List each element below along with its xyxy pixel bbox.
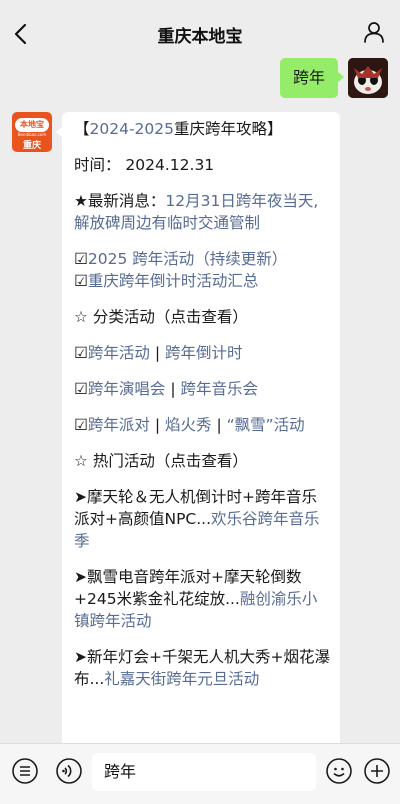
music-concert-link[interactable]: 跨年音乐会 — [181, 380, 259, 398]
title-year-link[interactable]: 2024-2025 — [90, 120, 175, 138]
hot-heading: ☆ 热门活动（点击查看） — [74, 452, 248, 470]
concert-link[interactable]: 跨年演唱会 — [88, 380, 166, 398]
message-input[interactable]: 跨年 — [92, 753, 316, 791]
checkbox-icon: ☑ — [74, 344, 88, 362]
logo-url: Bendibao.com — [17, 132, 47, 137]
hot-item-1: ➤摩天轮＆无人机倒计时+跨年音乐派对+高颜值NPC...欢乐谷跨年音乐季 — [74, 486, 330, 552]
separator: | — [149, 416, 165, 434]
category-row-2: ☑跨年演唱会 | 跨年音乐会 — [74, 378, 330, 400]
plus-icon[interactable] — [364, 758, 390, 784]
official-account-avatar[interactable]: 本地宝 Bendibao.com 重庆 — [12, 112, 52, 152]
new-year-activity-link[interactable]: 跨年活动 — [88, 344, 150, 362]
category-heading: ☆ 分类活动（点击查看） — [74, 308, 248, 326]
snow-event-link[interactable]: “飘雪”活动 — [227, 416, 305, 434]
message-title: 【2024-2025重庆跨年攻略】 — [74, 118, 330, 140]
emoji-icon[interactable] — [326, 758, 352, 784]
voice-icon[interactable] — [56, 758, 82, 784]
chat-title: 重庆本地宝 — [157, 27, 243, 47]
profile-icon[interactable] — [362, 20, 386, 44]
logo-wordmark: 本地宝 — [15, 118, 49, 132]
checkbox-icon: ☑ — [74, 272, 88, 290]
title-prefix: 【 — [74, 120, 90, 138]
message-time: 时间： 2024.12.31 — [74, 156, 215, 174]
countdown-summary-link[interactable]: 重庆跨年倒计时活动汇总 — [88, 272, 259, 290]
outgoing-message-row: 跨年 — [279, 58, 388, 98]
chat-area[interactable]: 跨年 本地宝 Bendibao.com 重庆 【2024-2025重庆跨年攻略】… — [0, 50, 400, 743]
latest-news: ★最新消息：12月31日跨年夜当天,解放碑周边有临时交通管制 — [74, 190, 330, 234]
category-row-1: ☑跨年活动 | 跨年倒计时 — [74, 342, 330, 364]
featured-links: ☑2025 跨年活动（持续更新） ☑重庆跨年倒计时活动汇总 — [74, 248, 330, 292]
incoming-bubble: 【2024-2025重庆跨年攻略】 时间： 2024.12.31 ★最新消息：1… — [56, 112, 340, 743]
checkbox-icon: ☑ — [74, 416, 88, 434]
checkbox-icon: ☑ — [74, 380, 88, 398]
lijia-tianjie-link[interactable]: 礼嘉天街跨年元旦活动 — [104, 670, 259, 688]
category-row-3: ☑跨年派对 | 焰火秀 | “飘雪”活动 — [74, 414, 330, 436]
activity-2025-link[interactable]: 2025 跨年活动（持续更新） — [88, 250, 287, 268]
menu-list-icon[interactable] — [12, 758, 38, 784]
input-toolbar: 跨年 — [0, 743, 400, 804]
separator: | — [165, 380, 181, 398]
separator: | — [149, 344, 165, 362]
checkbox-icon: ☑ — [74, 250, 88, 268]
fireworks-link[interactable]: 焰火秀 — [165, 416, 212, 434]
news-prefix: ★最新消息： — [74, 192, 166, 210]
my-avatar[interactable] — [348, 58, 388, 98]
avatar-image — [348, 58, 388, 98]
party-link[interactable]: 跨年派对 — [88, 416, 150, 434]
title-suffix: 重庆跨年攻略】 — [174, 120, 283, 138]
logo-city: 重庆 — [22, 141, 41, 151]
outgoing-bubble[interactable]: 跨年 — [279, 58, 345, 98]
countdown-link[interactable]: 跨年倒计时 — [165, 344, 243, 362]
separator: | — [211, 416, 227, 434]
hot-item-2: ➤飘雪电音跨年派对+摩天轮倒数+245米紫金礼花绽放...融创渝乐小镇跨年活动 — [74, 566, 330, 632]
hot-item-3: ➤新年灯会+千架无人机大秀+烟花瀑布...礼嘉天街跨年元旦活动 — [74, 646, 330, 690]
